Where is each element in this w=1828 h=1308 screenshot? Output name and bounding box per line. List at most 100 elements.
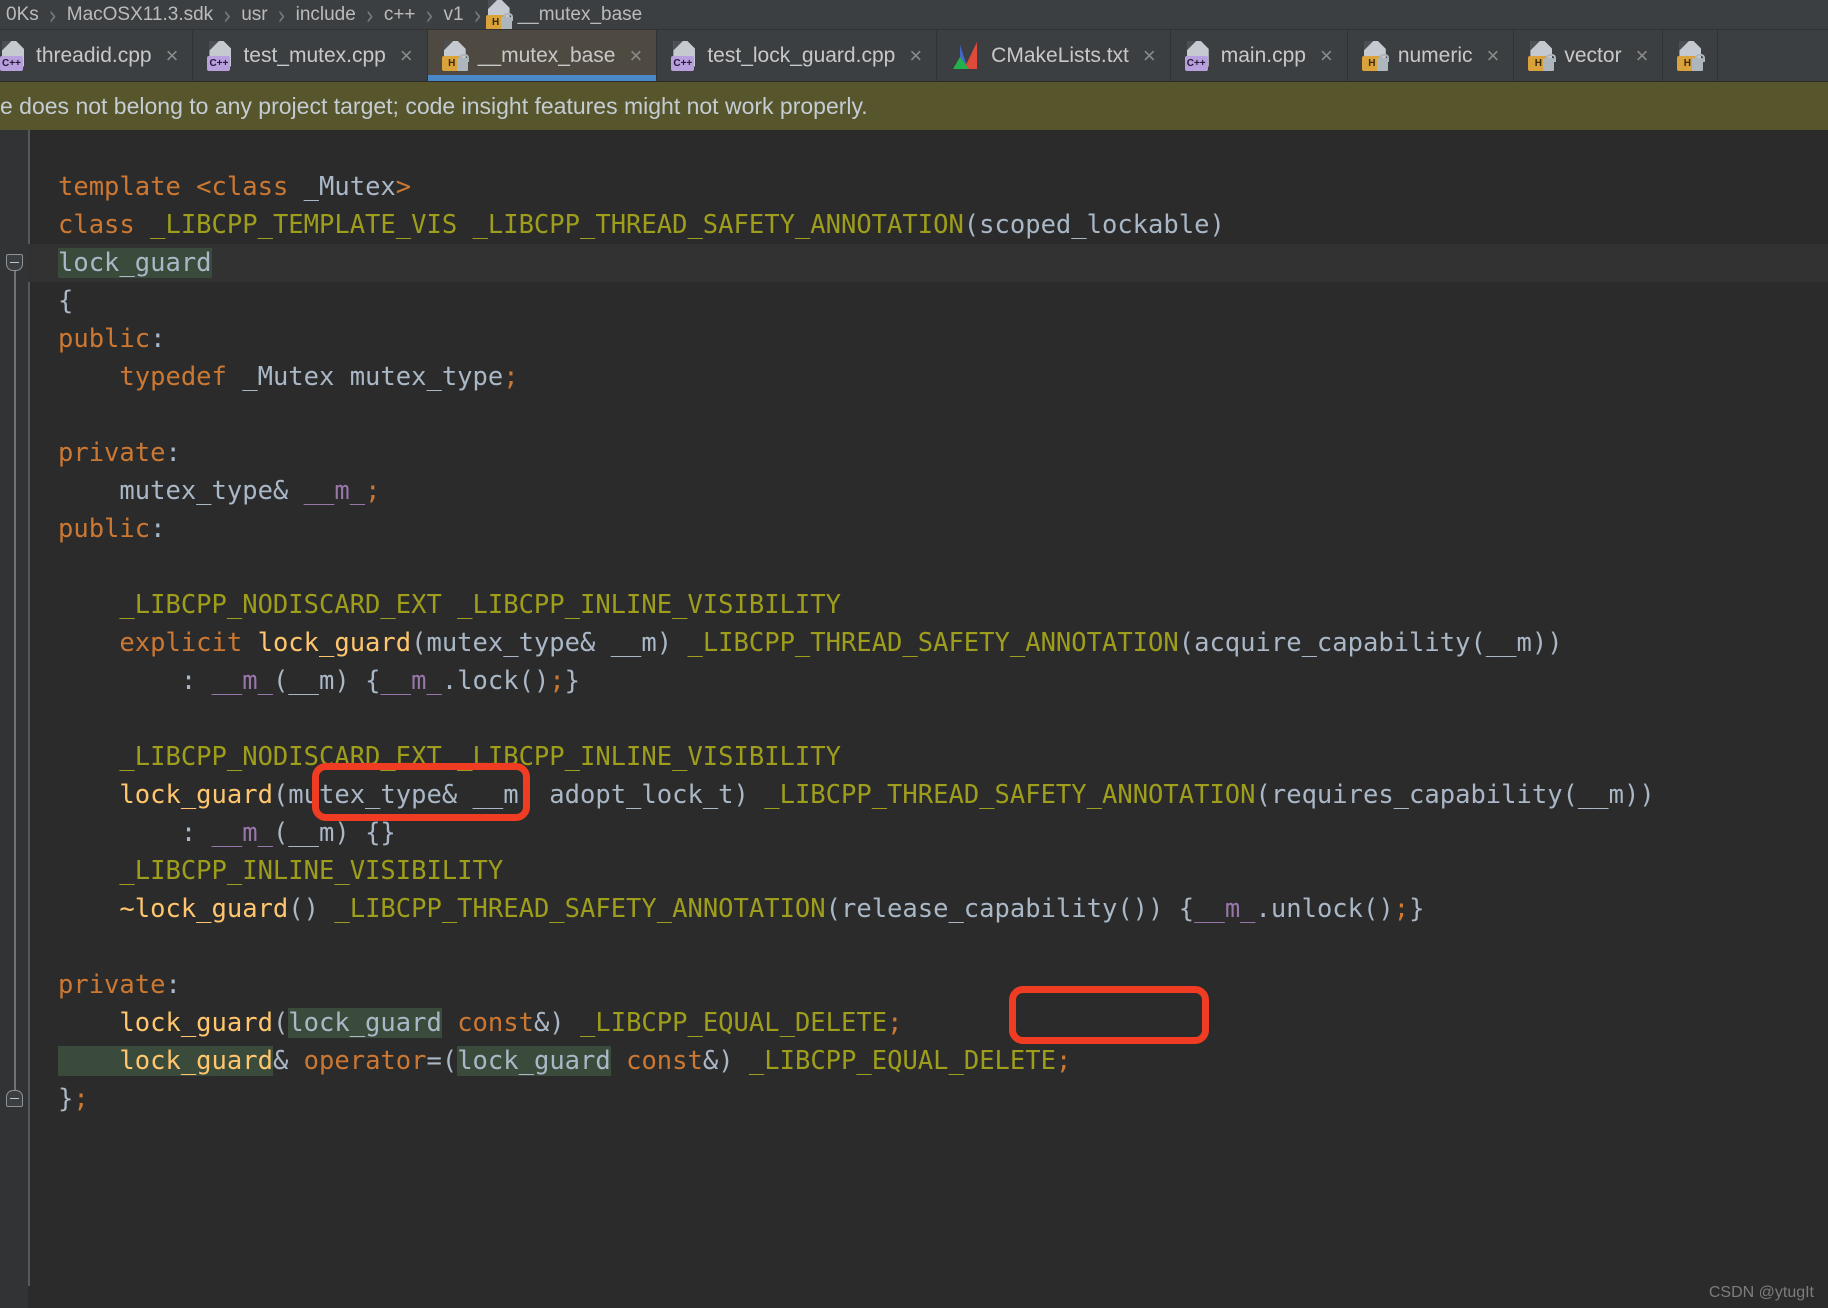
code-line[interactable]: lock_guard& operator=(lock_guard const&)… — [28, 1042, 1828, 1080]
editor-tab[interactable]: C++ test_lock_guard.cpp × — [657, 30, 938, 81]
breadcrumb-item[interactable]: v1 — [438, 4, 470, 26]
code-line[interactable]: _LIBCPP_NODISCARD_EXT _LIBCPP_INLINE_VIS… — [28, 586, 1828, 624]
code-token: (__m) { — [272, 666, 381, 696]
code-token: ; — [1055, 1046, 1072, 1076]
code-line[interactable] — [28, 928, 1828, 966]
breadcrumb-item-label: 0Ks — [6, 3, 39, 25]
code-token: , — [518, 780, 534, 810]
code-editor[interactable]: template <class _Mutex> class _LIBCPP_TEM… — [0, 130, 1828, 1308]
code-line[interactable] — [28, 130, 1828, 168]
code-line[interactable]: _LIBCPP_INLINE_VISIBILITY — [28, 852, 1828, 890]
code-token: &) — [702, 1046, 749, 1076]
cpp-file-icon: C++ — [207, 40, 233, 71]
code-token: public — [58, 324, 151, 354]
editor-tab[interactable]: H — [1663, 30, 1719, 81]
code-token: } — [1409, 894, 1425, 924]
code-token: _Mutex mutex_type — [242, 362, 504, 392]
code-token: _LIBCPP_THREAD_SAFETY_ANNOTATION — [764, 780, 1256, 810]
tab-close-icon[interactable]: × — [1320, 44, 1333, 67]
code-token: _LIBCPP_NODISCARD_EXT _LIBCPP_INLINE_VIS… — [58, 742, 841, 772]
breadcrumb-separator: › — [48, 0, 57, 30]
code-token: ; — [365, 476, 381, 506]
code-token: (acquire_capability(__m)) — [1178, 628, 1563, 658]
code-token: } — [564, 666, 581, 696]
breadcrumb[interactable]: 0Ks › MacOSX11.3.sdk › usr › include › c++ › v1 › H _… — [0, 0, 1828, 30]
code-line[interactable]: _LIBCPP_NODISCARD_EXT _LIBCPP_INLINE_VIS… — [28, 738, 1828, 776]
breadcrumb-item-label: __mutex_base — [517, 3, 643, 25]
editor-tab[interactable]: Hnumeric × — [1348, 30, 1515, 81]
breadcrumb-item[interactable]: MacOSX11.3.sdk — [61, 4, 219, 26]
code-line[interactable]: }; — [28, 1080, 1828, 1118]
code-line[interactable]: lock_guard — [28, 244, 1828, 282]
breadcrumb-item-label: c++ — [383, 3, 416, 25]
code-line[interactable]: explicit lock_guard(mutex_type& __m) _LI… — [28, 624, 1828, 662]
code-token: ) — [1209, 210, 1225, 240]
tab-close-icon[interactable]: × — [629, 44, 642, 67]
code-line[interactable]: public: — [28, 320, 1828, 358]
code-token: lock_guard — [58, 1046, 273, 1076]
code-content[interactable]: template <class _Mutex> class _LIBCPP_TEM… — [28, 130, 1828, 1308]
code-line[interactable]: : __m_(__m) {__m_.lock();} — [28, 662, 1828, 700]
breadcrumb-separator: › — [425, 0, 434, 30]
code-line[interactable]: : __m_(__m) {} — [28, 814, 1828, 852]
code-line[interactable]: private: — [28, 434, 1828, 472]
code-token: (requires_capability(__m)) — [1255, 780, 1655, 810]
code-line[interactable]: lock_guard(mutex_type& __m, adopt_lock_t… — [28, 776, 1828, 814]
editor-tab-label: test_mutex.cpp — [243, 43, 386, 67]
tab-close-icon[interactable]: × — [166, 44, 179, 67]
code-line[interactable]: { — [28, 282, 1828, 320]
code-line[interactable]: private: — [28, 966, 1828, 1004]
breadcrumb-item[interactable]: H __mutex_base — [485, 0, 649, 29]
breadcrumb-item[interactable]: c++ — [378, 4, 422, 26]
code-line[interactable]: class _LIBCPP_TEMPLATE_VIS _LIBCPP_THREA… — [28, 206, 1828, 244]
code-line[interactable]: public: — [28, 510, 1828, 548]
cpp-file-icon: C++ — [0, 40, 26, 71]
cpp-file-icon: C++ — [671, 40, 697, 71]
code-line[interactable]: lock_guard(lock_guard const&) _LIBCPP_EQ… — [28, 1004, 1828, 1042]
code-token: > — [395, 172, 412, 202]
editor-tab-label: test_lock_guard.cpp — [707, 43, 896, 67]
breadcrumb-item[interactable]: usr — [235, 4, 273, 26]
editor-tab[interactable]: Hvector × — [1514, 30, 1664, 81]
code-token: =( — [426, 1046, 458, 1076]
tab-close-icon[interactable]: × — [1143, 44, 1156, 67]
code-token: adopt_lock_t) — [533, 780, 765, 810]
code-token: class — [211, 172, 304, 202]
code-token: const — [626, 1046, 703, 1076]
code-line[interactable]: typedef _Mutex mutex_type; — [28, 358, 1828, 396]
tab-close-icon[interactable]: × — [909, 44, 922, 67]
breadcrumb-item[interactable]: 0Ks — [0, 4, 45, 26]
editor-tab-bar[interactable]: C++ threadid.cpp × C++ test_mutex.cpp × H __mut… — [0, 30, 1828, 82]
code-fold-collapse-icon[interactable] — [6, 254, 23, 271]
code-token: .lock() — [441, 666, 550, 696]
code-token: lock_guard — [288, 1008, 442, 1038]
code-line[interactable] — [28, 548, 1828, 586]
breadcrumb-item[interactable]: include — [290, 4, 362, 26]
code-line[interactable] — [28, 396, 1828, 434]
tab-close-icon[interactable]: × — [1636, 44, 1649, 67]
editor-tab[interactable]: H __mutex_base × — [427, 30, 658, 81]
breadcrumb-item-label: usr — [241, 3, 268, 25]
code-line[interactable]: template <class _Mutex> — [28, 168, 1828, 206]
tab-close-icon[interactable]: × — [1487, 44, 1500, 67]
code-line[interactable]: ~lock_guard() _LIBCPP_THREAD_SAFETY_ANNO… — [28, 890, 1828, 928]
editor-tab[interactable]: C++ threadid.cpp × — [0, 30, 194, 81]
watermark: CSDN @ytugIt — [1708, 1284, 1814, 1301]
editor-gutter[interactable] — [0, 130, 28, 1308]
editor-tab[interactable]: C++ main.cpp × — [1171, 30, 1348, 81]
editor-tab[interactable]: CMakeLists.txt × — [937, 30, 1171, 81]
code-line[interactable] — [28, 700, 1828, 738]
code-token: : — [165, 438, 181, 468]
tab-close-icon[interactable]: × — [400, 44, 413, 67]
cmake-file-icon — [951, 41, 981, 71]
cpp-file-icon: C++ — [1184, 40, 1211, 71]
breadcrumb-item-label: include — [295, 3, 356, 25]
code-token: private — [58, 438, 166, 468]
code-fold-end-icon[interactable] — [6, 1090, 23, 1107]
code-token: ( — [272, 1008, 289, 1038]
editor-tab[interactable]: C++ test_mutex.cpp × — [193, 30, 428, 81]
code-line[interactable]: mutex_type& __m_; — [28, 472, 1828, 510]
code-token: } — [58, 1084, 74, 1114]
